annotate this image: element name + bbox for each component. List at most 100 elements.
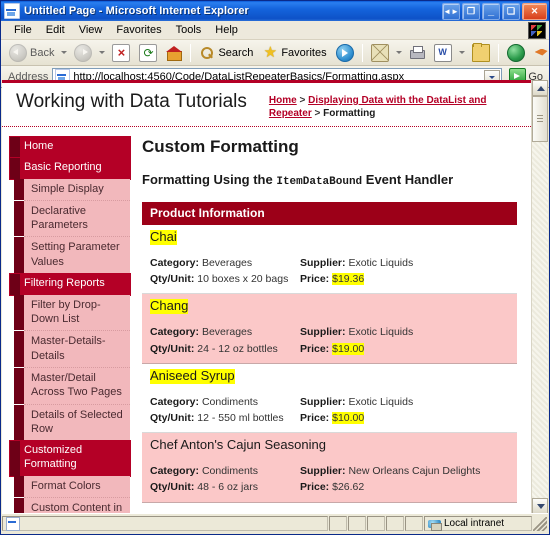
product-row-1: Category: Beverages Supplier: Exotic Liq… [150,255,509,271]
product-row-2: Qty/Unit: 12 - 550 ml bottles Price: $10… [150,410,509,426]
print-button[interactable] [405,43,429,63]
browser-window: Untitled Page - Microsoft Internet Explo… [0,0,550,535]
toolbar-separator-2 [361,43,363,62]
price-value: $19.00 [332,342,365,355]
qty-value: 24 - 12 oz bottles [197,342,278,355]
product-item: Chai Category: Beverages Supplier: Exoti… [142,225,517,295]
sidebar-item-master-details-details[interactable]: Master-Details-Details [14,331,130,368]
product-price-cell: Price: $19.00 [300,341,509,357]
search-button[interactable]: Search [195,43,257,63]
home-button[interactable] [162,43,186,63]
sidebar-item-custom-content-gridview[interactable]: Custom Content in a GridView [14,497,130,514]
back-icon [9,43,27,62]
product-supplier-cell: Supplier: Exotic Liquids [300,394,509,410]
maximize-button[interactable]: ❑ [502,3,520,20]
product-row-2: Qty/Unit: 48 - 6 oz jars Price: $26.62 [150,479,509,495]
menu-tools[interactable]: Tools [169,23,209,37]
page-title: Custom Formatting [142,137,299,156]
page-icon [4,3,20,19]
status-pane-1 [329,516,347,531]
msn-icon [534,45,549,61]
forward-button[interactable] [70,43,96,63]
sidebar-item-home[interactable]: Home [10,137,130,158]
menu-help[interactable]: Help [208,23,245,37]
forward-history-caret-icon[interactable] [99,51,106,54]
sidebar-item-basic-reporting[interactable]: Basic Reporting [10,157,130,179]
favorites-button[interactable]: Favorites [258,43,330,63]
sidebar-item-format-colors[interactable]: Format Colors [14,475,130,498]
menu-favorites[interactable]: Favorites [109,23,168,37]
minimize-button[interactable]: _ [482,3,500,20]
scroll-up-button[interactable] [532,80,548,96]
back-button[interactable]: Back [5,43,58,63]
price-label: Price: [300,411,330,424]
qty-value: 10 boxes x 20 bags [197,273,289,286]
back-history-caret-icon[interactable] [61,51,68,54]
menu-view[interactable]: View [72,23,110,37]
product-row-1: Category: Beverages Supplier: Exotic Liq… [150,324,509,340]
messenger-button[interactable] [503,43,529,63]
product-row-1: Category: Condiments Supplier: New Orlea… [150,463,509,479]
refresh-button[interactable] [135,43,161,63]
sidebar-item-filter-by-drop-down-list[interactable]: Filter by Drop-Down List [14,294,130,332]
sidebar-item-declarative-parameters[interactable]: Declarative Parameters [14,200,130,238]
stop-button[interactable] [108,43,134,63]
menu-edit[interactable]: Edit [39,23,72,37]
mail-button[interactable] [367,43,393,63]
price-value: $10.00 [332,411,365,424]
media-button[interactable] [332,43,358,63]
toolbar: Back Search Favorites [1,40,549,66]
product-row-2: Qty/Unit: 24 - 12 oz bottles Price: $19.… [150,341,509,357]
resize-grip[interactable] [533,516,547,531]
security-zone-pane[interactable]: Local intranet [424,516,532,531]
browser-viewport: Working with Data Tutorials Home > Displ… [2,80,548,514]
forward-icon [74,43,93,62]
restore-down-button[interactable]: ◄► [442,3,460,20]
toolbar-separator-3 [497,43,499,62]
scrollbar-thumb[interactable] [532,96,548,142]
status-pane-5 [405,516,423,531]
product-item: Chang Category: Beverages Supplier: Exot… [142,294,517,364]
breadcrumb-home-link[interactable]: Home [269,95,297,106]
product-supplier-cell: Supplier: Exotic Liquids [300,255,509,271]
site-header: Working with Data Tutorials Home > Displ… [2,83,531,127]
sidebar-item-customized-formatting[interactable]: Customized Formatting [10,441,130,476]
edit-caret-icon[interactable] [458,51,465,54]
sidebar-item-filtering-reports[interactable]: Filtering Reports [10,273,130,295]
home-icon [166,45,183,61]
product-row-1: Category: Condiments Supplier: Exotic Li… [150,394,509,410]
product-category-cell: Category: Beverages [150,324,300,340]
product-name: Chef Anton's Cajun Seasoning [150,437,326,453]
scrollbar-track[interactable] [532,96,548,498]
folder-button[interactable] [468,42,494,63]
msn-button[interactable] [530,43,549,63]
mail-icon [370,43,389,62]
category-value: Condiments [201,465,258,478]
section-subtitle: Formatting Using the ItemDataBound Event… [142,171,517,190]
sidebar-item-details-of-selected-row[interactable]: Details of Selected Row [14,404,130,442]
product-price-cell: Price: $26.62 [300,479,509,495]
title-bar: Untitled Page - Microsoft Internet Explo… [1,1,549,21]
menu-file[interactable]: File [7,23,39,37]
sidebar-item-setting-parameter-values[interactable]: Setting Parameter Values [14,237,130,274]
sidebar-item-simple-display[interactable]: Simple Display [14,178,130,201]
supplier-value: New Orleans Cajun Delights [348,465,481,478]
edit-word-button[interactable] [430,43,456,63]
chevron-down-icon [489,76,496,79]
toolbar-separator [190,43,192,62]
vertical-scrollbar[interactable] [531,80,548,514]
sidebar-item-master-detail-across-two-pages[interactable]: Master/Detail Across Two Pages [14,367,130,405]
product-qty-cell: Qty/Unit: 10 boxes x 20 bags [150,271,300,287]
product-supplier-cell: Supplier: Exotic Liquids [300,324,509,340]
product-name: Chai [150,228,177,245]
close-button[interactable]: ✕ [522,3,547,20]
favorites-label: Favorites [281,46,327,59]
qty-label: Qty/Unit: [150,411,195,424]
mail-caret-icon[interactable] [395,51,402,54]
qty-value: 12 - 550 ml bottles [197,411,284,424]
breadcrumb: Home > Displaying Data with the DataList… [269,91,521,120]
page-body: Home Basic Reporting Simple Display Decl… [2,127,531,514]
scroll-down-button[interactable] [532,498,548,514]
restore-window-button[interactable]: ❐ [462,3,480,20]
category-label: Category: [150,395,200,408]
